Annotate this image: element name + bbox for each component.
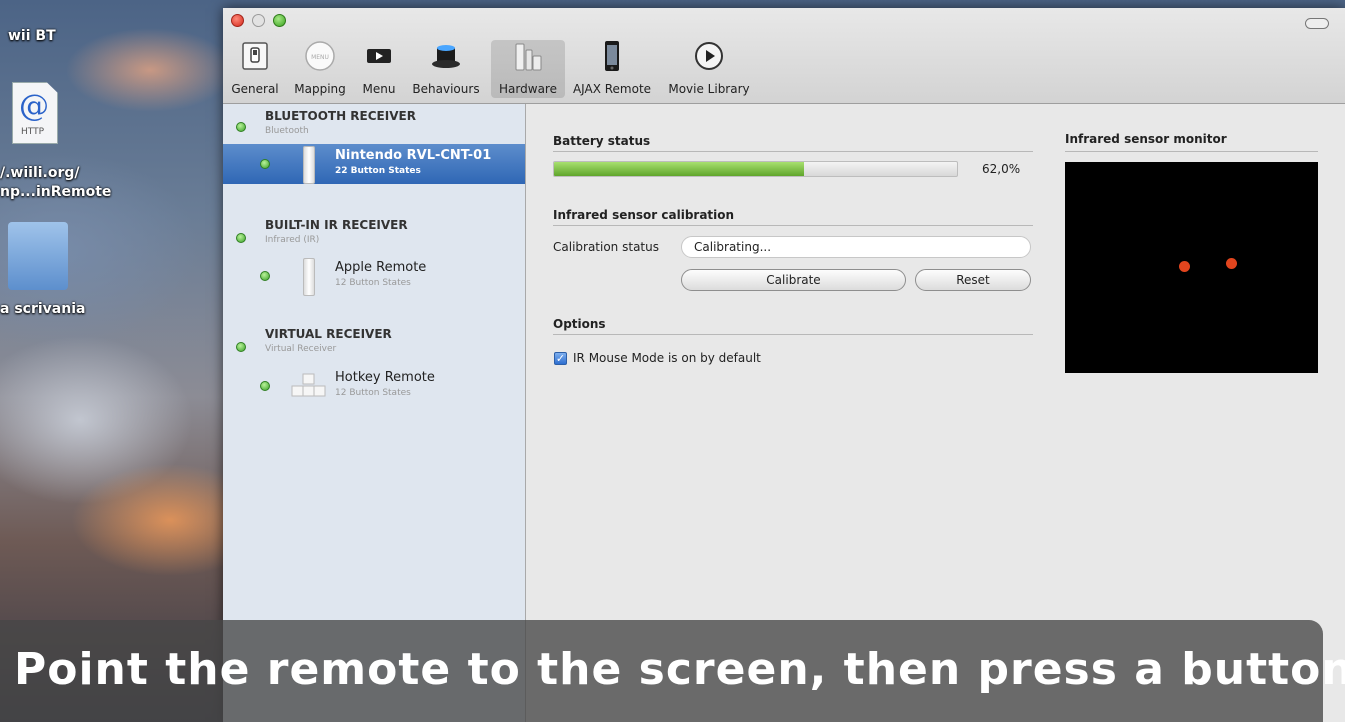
tab-menu[interactable]: Menu [359, 40, 399, 98]
bluetooth-status-dot [236, 122, 246, 132]
play-icon [695, 42, 723, 70]
desktop-label-wii-bt[interactable]: wii BT [8, 28, 56, 44]
battery-status-title: Battery status [553, 134, 651, 148]
calibration-status-label: Calibration status [553, 240, 659, 254]
desktop-label-http-2[interactable]: np...inRemote [0, 184, 111, 200]
group-subtitle-bluetooth: Bluetooth [265, 126, 309, 136]
device-states: 12 Button States [335, 278, 411, 288]
group-title-virtual: VIRTUAL RECEIVER [265, 327, 392, 341]
device-row-wii-remote[interactable]: Nintendo RVL-CNT-01 22 Button States [223, 144, 525, 184]
group-title-ir: BUILT-IN IR RECEIVER [265, 218, 408, 232]
tab-menu-label: Menu [362, 82, 396, 96]
group-title-bluetooth: BLUETOOTH RECEIVER [265, 109, 416, 123]
device-name: Apple Remote [335, 260, 427, 275]
http-tag: HTTP [21, 127, 45, 137]
battery-level-bar [553, 161, 958, 177]
toolbar-toggle-button[interactable] [1305, 18, 1329, 29]
device-status-dot [260, 271, 270, 281]
device-name: Nintendo RVL-CNT-01 [335, 148, 492, 163]
device-status-dot [260, 159, 270, 169]
tab-movie-library[interactable]: Movie Library [663, 40, 755, 98]
wii-remote-icon [303, 146, 315, 184]
desktop-label-folder[interactable]: a scrivania [0, 301, 85, 317]
tab-general[interactable]: General [227, 40, 283, 98]
subtitle-overlay: Point the remote to the screen, then pre… [0, 620, 1345, 722]
device-row-hotkey-remote[interactable]: Hotkey Remote 12 Button States [223, 366, 525, 406]
subtitle-text: Point the remote to the screen, then pre… [14, 644, 1345, 695]
group-subtitle-virtual: Virtual Receiver [265, 344, 337, 354]
device-row-apple-remote[interactable]: Apple Remote 12 Button States [223, 256, 525, 296]
folder-icon[interactable] [8, 222, 68, 290]
calibrate-button[interactable]: Calibrate [681, 269, 906, 291]
tab-mapping[interactable]: MENU Mapping [289, 40, 351, 98]
zoom-window-button[interactable] [273, 14, 286, 27]
apple-remote-icon [303, 258, 315, 296]
device-states: 12 Button States [335, 388, 411, 398]
tab-movie-library-label: Movie Library [668, 82, 750, 96]
menu-arrow-icon [367, 49, 391, 63]
toolbar: General MENU Mapping Menu Behaviours Har… [223, 8, 1345, 104]
calibration-status-field: Calibrating... [681, 236, 1031, 258]
ir-monitor-title: Infrared sensor monitor [1065, 132, 1227, 146]
magic-hat-icon [432, 45, 460, 68]
ir-point-1 [1179, 261, 1190, 272]
menu-button-text: MENU [311, 54, 329, 61]
section-divider [553, 334, 1033, 335]
device-states: 22 Button States [335, 166, 421, 176]
minimize-window-button[interactable] [252, 14, 265, 27]
close-window-button[interactable] [231, 14, 244, 27]
ir-sensor-monitor [1065, 162, 1318, 373]
desktop-label-http-1[interactable]: /.wiili.org/ [0, 165, 80, 181]
keyboard-keys-icon [291, 373, 326, 397]
battery-level-fill [554, 162, 804, 176]
tab-behaviours[interactable]: Behaviours [407, 40, 485, 98]
tab-ajax-remote[interactable]: AJAX Remote [567, 40, 657, 98]
at-sign-icon: @ [19, 89, 49, 124]
tab-behaviours-label: Behaviours [412, 82, 480, 96]
virtual-status-dot [236, 342, 246, 352]
ir-mouse-label[interactable]: IR Mouse Mode is on by default [573, 351, 761, 365]
tab-mapping-label: Mapping [294, 82, 346, 96]
iphone-icon [605, 41, 619, 71]
ir-point-2 [1226, 258, 1237, 269]
switch-icon [242, 42, 268, 70]
section-divider [553, 151, 1033, 152]
reset-button[interactable]: Reset [915, 269, 1031, 291]
group-subtitle-ir: Infrared (IR) [265, 235, 320, 245]
battery-percent: 62,0% [982, 162, 1021, 176]
tab-ajax-remote-label: AJAX Remote [572, 82, 652, 96]
hardware-icon [515, 43, 542, 71]
device-status-dot [260, 381, 270, 391]
preferences-window: General MENU Mapping Menu Behaviours Har… [223, 8, 1345, 722]
section-divider [553, 225, 1033, 226]
http-link-icon[interactable]: @ HTTP [12, 82, 58, 144]
device-name: Hotkey Remote [335, 370, 435, 385]
calibration-title: Infrared sensor calibration [553, 208, 735, 222]
ir-mouse-checkbox[interactable]: ✓ [554, 352, 567, 365]
menu-button-icon: MENU [305, 41, 335, 71]
tab-hardware-label: Hardware [499, 82, 557, 96]
options-title: Options [553, 317, 606, 331]
tab-hardware[interactable]: Hardware [491, 40, 565, 98]
tab-general-label: General [231, 82, 279, 96]
ir-status-dot [236, 233, 246, 243]
section-divider [1065, 151, 1318, 152]
